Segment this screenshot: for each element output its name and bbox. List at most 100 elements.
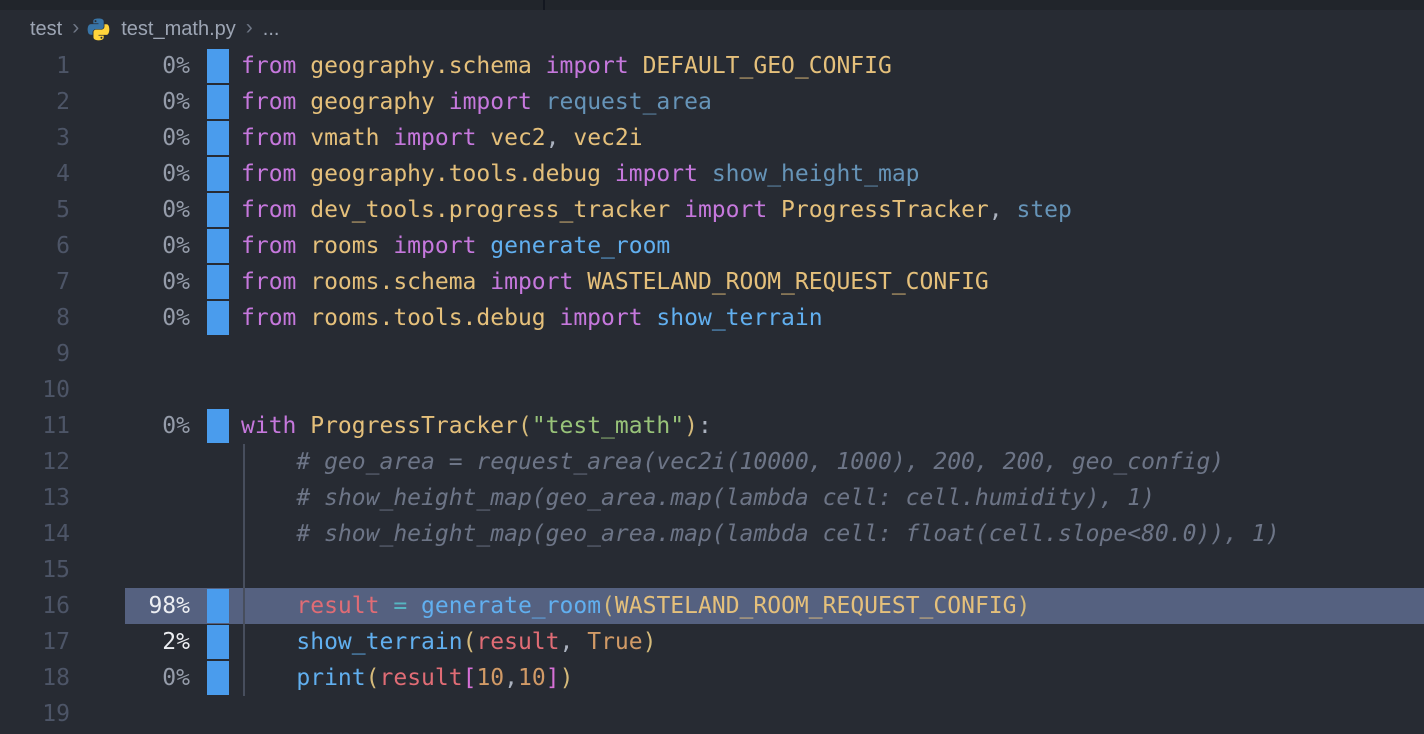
code-text: with ProgressTracker("test_math"):	[241, 408, 712, 444]
line-number: 6	[0, 228, 70, 264]
chevron-right-icon: ›	[246, 16, 253, 40]
line-number: 16	[0, 588, 70, 624]
chevron-right-icon: ›	[72, 16, 79, 40]
profile-percentage: 0%	[70, 192, 190, 228]
code-text: from rooms.schema import WASTELAND_ROOM_…	[241, 264, 989, 300]
code-line[interactable]: 10% from geography.schema import DEFAULT_…	[0, 48, 1424, 84]
profile-percentage	[70, 336, 190, 372]
line-number: 2	[0, 84, 70, 120]
code-text: # show_height_map(geo_area.map(lambda ce…	[241, 516, 1280, 552]
profile-percentage: 0%	[70, 408, 190, 444]
line-number: 14	[0, 516, 70, 552]
gutter-spacer	[207, 480, 229, 516]
gutter-spacer	[207, 552, 229, 588]
code-line[interactable]: 10	[0, 372, 1424, 408]
code-line[interactable]: 1698% result = generate_room(WASTELAND_R…	[0, 588, 1424, 624]
code-line[interactable]: 80% from rooms.tools.debug import show_te…	[0, 300, 1424, 336]
code-text: # show_height_map(geo_area.map(lambda ce…	[241, 480, 1155, 516]
line-number: 11	[0, 408, 70, 444]
line-number: 9	[0, 336, 70, 372]
profile-percentage	[70, 480, 190, 516]
profile-percentage	[70, 372, 190, 408]
line-number: 7	[0, 264, 70, 300]
line-number: 4	[0, 156, 70, 192]
code-line[interactable]: 15	[0, 552, 1424, 588]
gutter-spacer	[207, 372, 229, 408]
coverage-block	[207, 193, 229, 227]
breadcrumb-file[interactable]: test_math.py	[121, 18, 236, 41]
code-lines: 10%from geography.schema import DEFAULT_…	[0, 48, 1424, 732]
profile-percentage: 0%	[70, 660, 190, 696]
gutter-spacer	[207, 444, 229, 480]
code-line[interactable]: 20% from geography import request_area	[0, 84, 1424, 120]
code-text: from geography.schema import DEFAULT_GEO…	[241, 48, 892, 84]
code-line[interactable]: 12 # geo_area = request_area(vec2i(10000…	[0, 444, 1424, 480]
code-line[interactable]: 9	[0, 336, 1424, 372]
profile-percentage: 0%	[70, 84, 190, 120]
tab-divider	[543, 0, 545, 10]
profile-percentage: 0%	[70, 48, 190, 84]
profile-percentage	[70, 552, 190, 588]
profile-percentage: 0%	[70, 156, 190, 192]
line-number: 1	[0, 48, 70, 84]
code-text: print(result[10,10])	[241, 660, 573, 696]
coverage-block	[207, 121, 229, 155]
line-number: 12	[0, 444, 70, 480]
profile-percentage: 0%	[70, 120, 190, 156]
code-line[interactable]: 60% from rooms import generate_room	[0, 228, 1424, 264]
line-number: 17	[0, 624, 70, 660]
code-text: result = generate_room(WASTELAND_ROOM_RE…	[241, 588, 1030, 624]
profile-percentage: 0%	[70, 264, 190, 300]
coverage-block	[207, 589, 229, 623]
tab-bar-strip	[0, 0, 1424, 10]
gutter-spacer	[207, 336, 229, 372]
code-text: from rooms import generate_room	[241, 228, 670, 264]
profile-percentage: 0%	[70, 300, 190, 336]
python-file-icon	[87, 18, 110, 41]
coverage-block	[207, 157, 229, 191]
code-line[interactable]: 14 # show_height_map(geo_area.map(lambda…	[0, 516, 1424, 552]
profile-percentage	[70, 444, 190, 480]
code-text: from geography.tools.debug import show_h…	[241, 156, 920, 192]
profile-percentage: 0%	[70, 228, 190, 264]
profile-percentage	[70, 696, 190, 732]
profile-percentage: 2%	[70, 624, 190, 660]
code-line[interactable]: 30% from vmath import vec2, vec2i	[0, 120, 1424, 156]
line-number: 18	[0, 660, 70, 696]
coverage-block	[207, 409, 229, 443]
profile-percentage: 98%	[70, 588, 190, 624]
coverage-block	[207, 661, 229, 695]
breadcrumb-symbol-more[interactable]: ...	[263, 18, 280, 41]
code-line[interactable]: 50% from dev_tools.progress_tracker impor…	[0, 192, 1424, 228]
profile-percentage	[70, 516, 190, 552]
code-text: from vmath import vec2, vec2i	[241, 120, 643, 156]
code-line[interactable]: 19	[0, 696, 1424, 732]
line-number: 13	[0, 480, 70, 516]
code-text: from geography import request_area	[241, 84, 712, 120]
code-text: # geo_area = request_area(vec2i(10000, 1…	[241, 444, 1224, 480]
code-text: show_terrain(result, True)	[241, 624, 656, 660]
breadcrumb: test › test_math.py › ...	[0, 10, 1424, 48]
code-text: from rooms.tools.debug import show_terra…	[241, 300, 823, 336]
coverage-block	[207, 229, 229, 263]
coverage-block	[207, 85, 229, 119]
code-line[interactable]: 13 # show_height_map(geo_area.map(lambda…	[0, 480, 1424, 516]
line-number: 5	[0, 192, 70, 228]
line-number: 3	[0, 120, 70, 156]
line-number: 8	[0, 300, 70, 336]
breadcrumb-folder[interactable]: test	[30, 18, 62, 41]
coverage-block	[207, 625, 229, 659]
code-line[interactable]: 110% with ProgressTracker("test_math"):	[0, 408, 1424, 444]
gutter-spacer	[207, 696, 229, 732]
line-number: 10	[0, 372, 70, 408]
code-line[interactable]: 180% print(result[10,10])	[0, 660, 1424, 696]
gutter-spacer	[207, 516, 229, 552]
code-line[interactable]: 40% from geography.tools.debug import sho…	[0, 156, 1424, 192]
coverage-block	[207, 49, 229, 83]
line-number: 15	[0, 552, 70, 588]
coverage-block	[207, 265, 229, 299]
editor[interactable]: 10%from geography.schema import DEFAULT_…	[0, 48, 1424, 732]
code-line[interactable]: 70% from rooms.schema import WASTELAND_RO…	[0, 264, 1424, 300]
code-text: from dev_tools.progress_tracker import P…	[241, 192, 1072, 228]
code-line[interactable]: 172% show_terrain(result, True)	[0, 624, 1424, 660]
